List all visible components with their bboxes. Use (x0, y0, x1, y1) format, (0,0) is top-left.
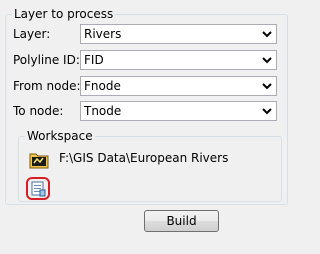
chevron-down-icon (262, 108, 272, 115)
polyline-id-value: FID (84, 53, 104, 67)
browse-icon (31, 181, 46, 197)
from-node-value: Fnode (84, 79, 121, 93)
to-node-select[interactable]: Tnode (80, 101, 277, 121)
polyline-id-label: Polyline ID: (13, 53, 80, 67)
chevron-down-icon (262, 83, 272, 90)
polyline-id-select[interactable]: FID (80, 50, 277, 70)
to-node-value: Tnode (84, 104, 122, 118)
workspace-group: Workspace (18, 129, 282, 202)
from-node-label: From node: (13, 79, 81, 93)
folder-icon (29, 153, 49, 169)
chevron-down-icon (262, 31, 272, 38)
workspace-title: Workspace (25, 129, 95, 143)
workspace-path: F:\GIS Data\European Rivers (59, 151, 229, 165)
layer-label: Layer: (13, 27, 51, 41)
layer-select[interactable]: Rivers (80, 24, 277, 44)
browse-workspace-button[interactable] (26, 177, 50, 200)
build-button[interactable]: Build (144, 210, 219, 232)
from-node-select[interactable]: Fnode (80, 76, 277, 96)
layer-value: Rivers (84, 27, 122, 41)
chevron-down-icon (262, 57, 272, 64)
layer-to-process-title: Layer to process (12, 7, 116, 21)
to-node-label: To node: (13, 104, 64, 118)
